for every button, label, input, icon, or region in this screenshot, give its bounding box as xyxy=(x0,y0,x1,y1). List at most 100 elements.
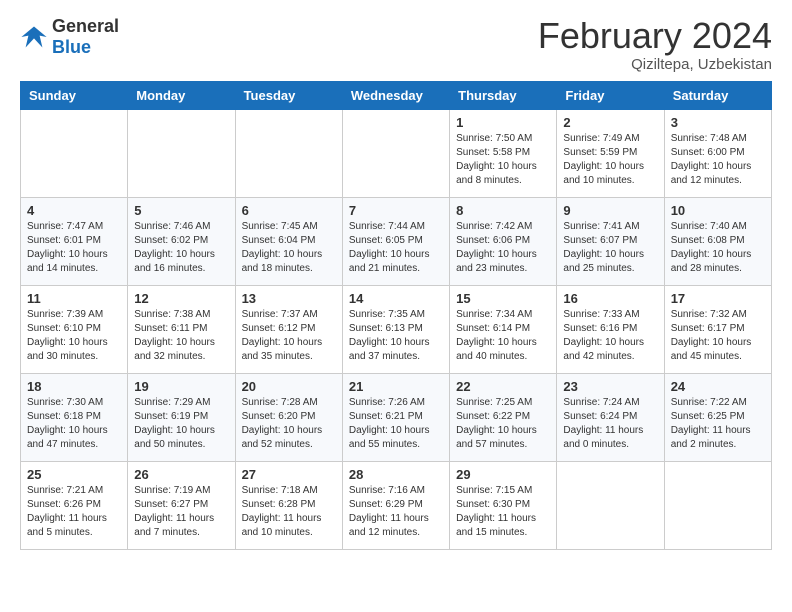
calendar-day-cell: 12Sunrise: 7:38 AM Sunset: 6:11 PM Dayli… xyxy=(128,285,235,373)
day-info: Sunrise: 7:19 AM Sunset: 6:27 PM Dayligh… xyxy=(134,484,228,540)
calendar-day-cell: 7 Sunrise: 7:44 AM Sunset: 6:05 PM Daylig… xyxy=(342,197,449,285)
calendar-week-row: 18 Sunrise: 7:30 AM Sunset: 6:18 PM Dayli… xyxy=(21,373,772,461)
day-info: Sunrise: 7:44 AM Sunset: 6:05 PM Dayligh… xyxy=(349,220,443,276)
day-info: Sunrise: 7:49 AM Sunset: 5:59 PM Dayligh… xyxy=(563,132,657,188)
calendar-day-cell: 19 Sunrise: 7:29 AM Sunset: 6:19 PM Dayli… xyxy=(128,373,235,461)
day-number: 5 xyxy=(134,203,228,218)
day-info: Sunrise: 7:24 AM Sunset: 6:24 PM Dayligh… xyxy=(563,396,657,452)
day-info: Sunrise: 7:41 AM Sunset: 6:07 PM Dayligh… xyxy=(563,220,657,276)
day-info: Sunrise: 7:50 AM Sunset: 5:58 PM Dayligh… xyxy=(456,132,550,188)
calendar-day-cell: 2 Sunrise: 7:49 AM Sunset: 5:59 PM Daylig… xyxy=(557,109,664,197)
day-number: 15 xyxy=(456,291,550,306)
weekday-header: Monday xyxy=(128,81,235,109)
day-number: 29 xyxy=(456,467,550,482)
day-number: 14 xyxy=(349,291,443,306)
day-number: 27 xyxy=(242,467,336,482)
day-number: 4 xyxy=(27,203,121,218)
calendar-week-row: 25Sunrise: 7:21 AM Sunset: 6:26 PM Dayli… xyxy=(21,461,772,549)
calendar-day-cell: 28Sunrise: 7:16 AM Sunset: 6:29 PM Dayli… xyxy=(342,461,449,549)
calendar-day-cell xyxy=(664,461,771,549)
title-area: February 2024 Qiziltepa, Uzbekistan xyxy=(538,16,772,73)
day-number: 18 xyxy=(27,379,121,394)
day-info: Sunrise: 7:32 AM Sunset: 6:17 PM Dayligh… xyxy=(671,308,765,364)
day-number: 20 xyxy=(242,379,336,394)
calendar-day-cell xyxy=(557,461,664,549)
day-info: Sunrise: 7:28 AM Sunset: 6:20 PM Dayligh… xyxy=(242,396,336,452)
calendar-day-cell: 13 Sunrise: 7:37 AM Sunset: 6:12 PM Dayli… xyxy=(235,285,342,373)
calendar-day-cell: 9Sunrise: 7:41 AM Sunset: 6:07 PM Daylig… xyxy=(557,197,664,285)
calendar-day-cell: 3Sunrise: 7:48 AM Sunset: 6:00 PM Daylig… xyxy=(664,109,771,197)
day-info: Sunrise: 7:25 AM Sunset: 6:22 PM Dayligh… xyxy=(456,396,550,452)
day-info: Sunrise: 7:39 AM Sunset: 6:10 PM Dayligh… xyxy=(27,308,121,364)
weekday-header: Wednesday xyxy=(342,81,449,109)
day-number: 13 xyxy=(242,291,336,306)
calendar-week-row: 11 Sunrise: 7:39 AM Sunset: 6:10 PM Dayli… xyxy=(21,285,772,373)
day-info: Sunrise: 7:47 AM Sunset: 6:01 PM Dayligh… xyxy=(27,220,121,276)
day-number: 22 xyxy=(456,379,550,394)
calendar-day-cell: 8Sunrise: 7:42 AM Sunset: 6:06 PM Daylig… xyxy=(450,197,557,285)
day-info: Sunrise: 7:26 AM Sunset: 6:21 PM Dayligh… xyxy=(349,396,443,452)
calendar-day-cell xyxy=(128,109,235,197)
logo-bird-icon xyxy=(20,23,48,51)
logo: General Blue xyxy=(20,16,119,58)
page-header: General Blue February 2024 Qiziltepa, Uz… xyxy=(20,16,772,73)
calendar-day-cell xyxy=(342,109,449,197)
calendar-day-cell xyxy=(21,109,128,197)
weekday-header: Friday xyxy=(557,81,664,109)
calendar-day-cell: 17Sunrise: 7:32 AM Sunset: 6:17 PM Dayli… xyxy=(664,285,771,373)
weekday-header: Thursday xyxy=(450,81,557,109)
calendar-day-cell: 18 Sunrise: 7:30 AM Sunset: 6:18 PM Dayli… xyxy=(21,373,128,461)
calendar-day-cell: 29Sunrise: 7:15 AM Sunset: 6:30 PM Dayli… xyxy=(450,461,557,549)
calendar-day-cell: 5 Sunrise: 7:46 AM Sunset: 6:02 PM Daylig… xyxy=(128,197,235,285)
calendar-day-cell: 20 Sunrise: 7:28 AM Sunset: 6:20 PM Dayli… xyxy=(235,373,342,461)
calendar-day-cell: 16 Sunrise: 7:33 AM Sunset: 6:16 PM Dayli… xyxy=(557,285,664,373)
calendar-day-cell xyxy=(235,109,342,197)
day-number: 12 xyxy=(134,291,228,306)
calendar-day-cell: 10 Sunrise: 7:40 AM Sunset: 6:08 PM Dayli… xyxy=(664,197,771,285)
calendar-day-cell: 21 Sunrise: 7:26 AM Sunset: 6:21 PM Dayli… xyxy=(342,373,449,461)
logo-text: General Blue xyxy=(52,16,119,58)
day-number: 11 xyxy=(27,291,121,306)
weekday-header: Saturday xyxy=(664,81,771,109)
calendar-table: SundayMondayTuesdayWednesdayThursdayFrid… xyxy=(20,81,772,550)
day-info: Sunrise: 7:48 AM Sunset: 6:00 PM Dayligh… xyxy=(671,132,765,188)
day-info: Sunrise: 7:21 AM Sunset: 6:26 PM Dayligh… xyxy=(27,484,121,540)
calendar-header-row: SundayMondayTuesdayWednesdayThursdayFrid… xyxy=(21,81,772,109)
calendar-day-cell: 27 Sunrise: 7:18 AM Sunset: 6:28 PM Dayli… xyxy=(235,461,342,549)
day-number: 26 xyxy=(134,467,228,482)
calendar-day-cell: 6 Sunrise: 7:45 AM Sunset: 6:04 PM Daylig… xyxy=(235,197,342,285)
day-number: 24 xyxy=(671,379,765,394)
calendar-day-cell: 1Sunrise: 7:50 AM Sunset: 5:58 PM Daylig… xyxy=(450,109,557,197)
weekday-header: Tuesday xyxy=(235,81,342,109)
day-info: Sunrise: 7:42 AM Sunset: 6:06 PM Dayligh… xyxy=(456,220,550,276)
logo-general: General xyxy=(52,16,119,36)
day-info: Sunrise: 7:18 AM Sunset: 6:28 PM Dayligh… xyxy=(242,484,336,540)
calendar-day-cell: 25Sunrise: 7:21 AM Sunset: 6:26 PM Dayli… xyxy=(21,461,128,549)
calendar-day-cell: 11 Sunrise: 7:39 AM Sunset: 6:10 PM Dayli… xyxy=(21,285,128,373)
calendar-week-row: 4 Sunrise: 7:47 AM Sunset: 6:01 PM Daylig… xyxy=(21,197,772,285)
calendar-day-cell: 14Sunrise: 7:35 AM Sunset: 6:13 PM Dayli… xyxy=(342,285,449,373)
day-info: Sunrise: 7:37 AM Sunset: 6:12 PM Dayligh… xyxy=(242,308,336,364)
day-number: 16 xyxy=(563,291,657,306)
day-info: Sunrise: 7:46 AM Sunset: 6:02 PM Dayligh… xyxy=(134,220,228,276)
day-number: 21 xyxy=(349,379,443,394)
calendar-day-cell: 4 Sunrise: 7:47 AM Sunset: 6:01 PM Daylig… xyxy=(21,197,128,285)
day-number: 28 xyxy=(349,467,443,482)
day-info: Sunrise: 7:40 AM Sunset: 6:08 PM Dayligh… xyxy=(671,220,765,276)
month-year-title: February 2024 xyxy=(538,16,772,56)
weekday-header: Sunday xyxy=(21,81,128,109)
day-number: 10 xyxy=(671,203,765,218)
day-info: Sunrise: 7:29 AM Sunset: 6:19 PM Dayligh… xyxy=(134,396,228,452)
logo-blue: Blue xyxy=(52,37,91,57)
calendar-week-row: 1Sunrise: 7:50 AM Sunset: 5:58 PM Daylig… xyxy=(21,109,772,197)
day-info: Sunrise: 7:30 AM Sunset: 6:18 PM Dayligh… xyxy=(27,396,121,452)
calendar-day-cell: 22 Sunrise: 7:25 AM Sunset: 6:22 PM Dayli… xyxy=(450,373,557,461)
day-info: Sunrise: 7:45 AM Sunset: 6:04 PM Dayligh… xyxy=(242,220,336,276)
day-number: 2 xyxy=(563,115,657,130)
day-info: Sunrise: 7:22 AM Sunset: 6:25 PM Dayligh… xyxy=(671,396,765,452)
day-info: Sunrise: 7:33 AM Sunset: 6:16 PM Dayligh… xyxy=(563,308,657,364)
day-number: 23 xyxy=(563,379,657,394)
day-number: 7 xyxy=(349,203,443,218)
day-number: 6 xyxy=(242,203,336,218)
day-number: 19 xyxy=(134,379,228,394)
